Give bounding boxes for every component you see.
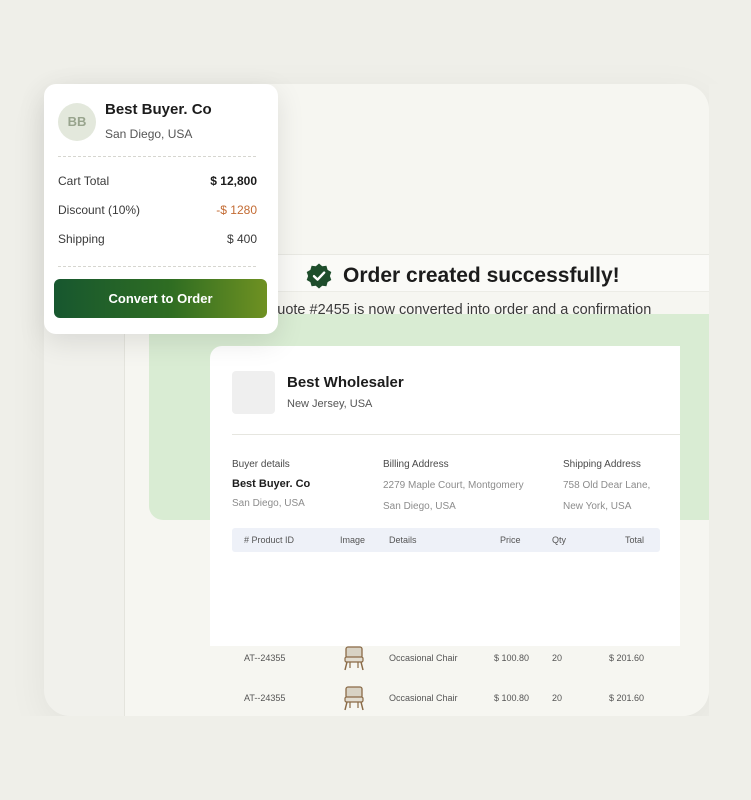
discount-row: Discount (10%) -$ 1280 <box>58 203 257 217</box>
billing-address-line2: San Diego, USA <box>383 501 456 512</box>
product-qty: 20 <box>552 653 563 663</box>
product-details: Occasional Chair <box>389 693 458 703</box>
chair-image <box>344 646 364 671</box>
dashed-divider <box>58 156 256 157</box>
billing-address: Billing Address 2279 Maple Court, Montgo… <box>383 459 524 512</box>
shipping-address-line1: 758 Old Dear Lane, <box>563 480 651 491</box>
billing-address-line1: 2279 Maple Court, Montgomery <box>383 480 524 491</box>
chair-image <box>344 686 364 711</box>
shipping-address: Shipping Address 758 Old Dear Lane, New … <box>563 459 650 512</box>
col-total: Total <box>624 535 644 545</box>
buyer-name: Best Buyer. Co <box>105 101 212 118</box>
convert-to-order-button[interactable]: Convert to Order <box>54 279 267 318</box>
discount-label: Discount (10%) <box>58 203 141 217</box>
products-table-header: # Product ID Image Details Price Qty Tot… <box>232 528 660 552</box>
product-price: $ 100.80 <box>494 653 530 663</box>
success-subtitle: Quote #2455 is now converted into order … <box>266 302 652 318</box>
product-id: AT--24355 <box>244 693 286 703</box>
success-title: Order created successfully! <box>343 264 620 287</box>
success-heading: Order created successfully! <box>305 262 620 290</box>
col-price: Price <box>500 535 521 545</box>
divider <box>232 434 680 435</box>
shipping-address-label: Shipping Address <box>563 459 641 470</box>
verified-badge-icon <box>306 263 332 289</box>
supplier-location: New Jersey, USA <box>287 398 373 410</box>
buyer-location: San Diego, USA <box>105 127 193 141</box>
col-qty: Qty <box>552 535 567 545</box>
supplier-logo-placeholder <box>232 371 275 414</box>
col-product-id: # Product ID <box>244 535 295 545</box>
cart-total-row: Cart Total $ 12,800 <box>58 174 257 188</box>
col-image: Image <box>340 535 366 545</box>
buyer-details-label: Buyer details <box>232 459 290 470</box>
shipping-label: Shipping <box>58 232 105 246</box>
product-total: $ 201.60 <box>608 693 644 703</box>
shipping-row: Shipping $ 400 <box>58 232 257 246</box>
product-qty: 20 <box>552 693 563 703</box>
billing-address-label: Billing Address <box>383 459 449 470</box>
page-background-bottom <box>0 716 751 800</box>
discount-value: -$ 1280 <box>216 203 257 217</box>
cart-total-label: Cart Total <box>58 174 110 188</box>
buyer-details-location: San Diego, USA <box>232 498 305 509</box>
buyer-details-name: Best Buyer. Co <box>232 478 311 490</box>
avatar: BB <box>58 103 96 141</box>
shipping-value: $ 400 <box>226 232 257 246</box>
table-row[interactable]: AT--24355 Occasional Chair $ 100.80 20 $… <box>232 644 660 672</box>
page-background-right <box>709 84 751 724</box>
shipping-address-line2: New York, USA <box>563 501 632 512</box>
quote-summary-card: BB Best Buyer. Co San Diego, USA Cart To… <box>44 84 278 334</box>
order-detail-card: Best Wholesaler New Jersey, USA Buyer de… <box>210 346 680 646</box>
product-details: Occasional Chair <box>389 653 458 663</box>
cart-total-value: $ 12,800 <box>210 174 257 188</box>
buyer-details: Buyer details Best Buyer. Co San Diego, … <box>232 459 310 509</box>
product-price: $ 100.80 <box>494 693 530 703</box>
col-details: Details <box>389 535 417 545</box>
product-total: $ 201.60 <box>608 653 644 663</box>
dashed-divider <box>58 266 256 267</box>
table-row[interactable]: AT--24355 Occasional Chair $ 100.80 20 $… <box>232 684 660 712</box>
product-id: AT--24355 <box>244 653 286 663</box>
supplier-name: Best Wholesaler <box>287 374 404 391</box>
